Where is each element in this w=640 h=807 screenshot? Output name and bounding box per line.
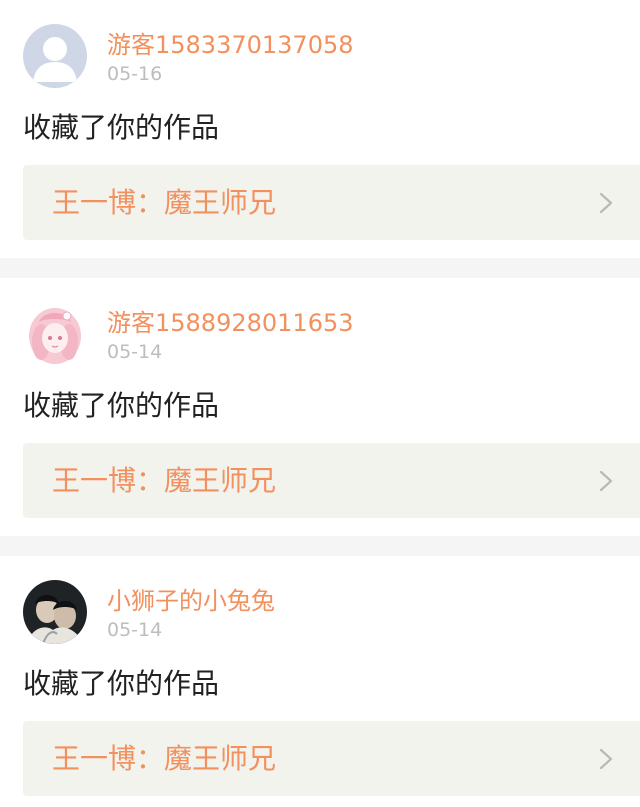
work-title: 王一博：魔王师兄 (52, 186, 277, 219)
avatar[interactable] (23, 302, 87, 366)
default-avatar-icon (23, 24, 87, 88)
avatar[interactable] (23, 24, 87, 88)
feed-item: 游客1588928011653 05-14 收藏了你的作品 王一博：魔王师兄 (0, 278, 640, 536)
chevron-right-icon (599, 748, 613, 770)
activity-feed: 游客1583370137058 05-16 收藏了你的作品 王一博：魔王师兄 游… (0, 0, 640, 807)
separator (0, 536, 640, 556)
chevron-right-icon (599, 470, 613, 492)
work-link[interactable]: 王一博：魔王师兄 (23, 165, 640, 240)
feed-item: 小狮子的小兔兔 05-14 收藏了你的作品 王一博：魔王师兄 (0, 556, 640, 807)
anime-girl-avatar-icon (23, 302, 87, 366)
chevron-right-icon (599, 192, 613, 214)
username[interactable]: 游客1583370137058 (107, 30, 354, 60)
timestamp: 05-14 (107, 619, 163, 641)
username[interactable]: 游客1588928011653 (107, 308, 354, 338)
timestamp: 05-16 (107, 63, 163, 85)
action-text: 收藏了你的作品 (23, 389, 220, 422)
work-title: 王一博：魔王师兄 (52, 464, 277, 497)
work-link[interactable]: 王一博：魔王师兄 (23, 443, 640, 518)
username[interactable]: 小狮子的小兔兔 (107, 586, 275, 616)
separator (0, 258, 640, 278)
photo-avatar-icon (23, 580, 87, 644)
action-text: 收藏了你的作品 (23, 667, 220, 700)
feed-item: 游客1583370137058 05-16 收藏了你的作品 王一博：魔王师兄 (0, 0, 640, 258)
work-title: 王一博：魔王师兄 (52, 742, 277, 775)
action-text: 收藏了你的作品 (23, 111, 220, 144)
work-link[interactable]: 王一博：魔王师兄 (23, 721, 640, 796)
avatar[interactable] (23, 580, 87, 644)
timestamp: 05-14 (107, 341, 163, 363)
